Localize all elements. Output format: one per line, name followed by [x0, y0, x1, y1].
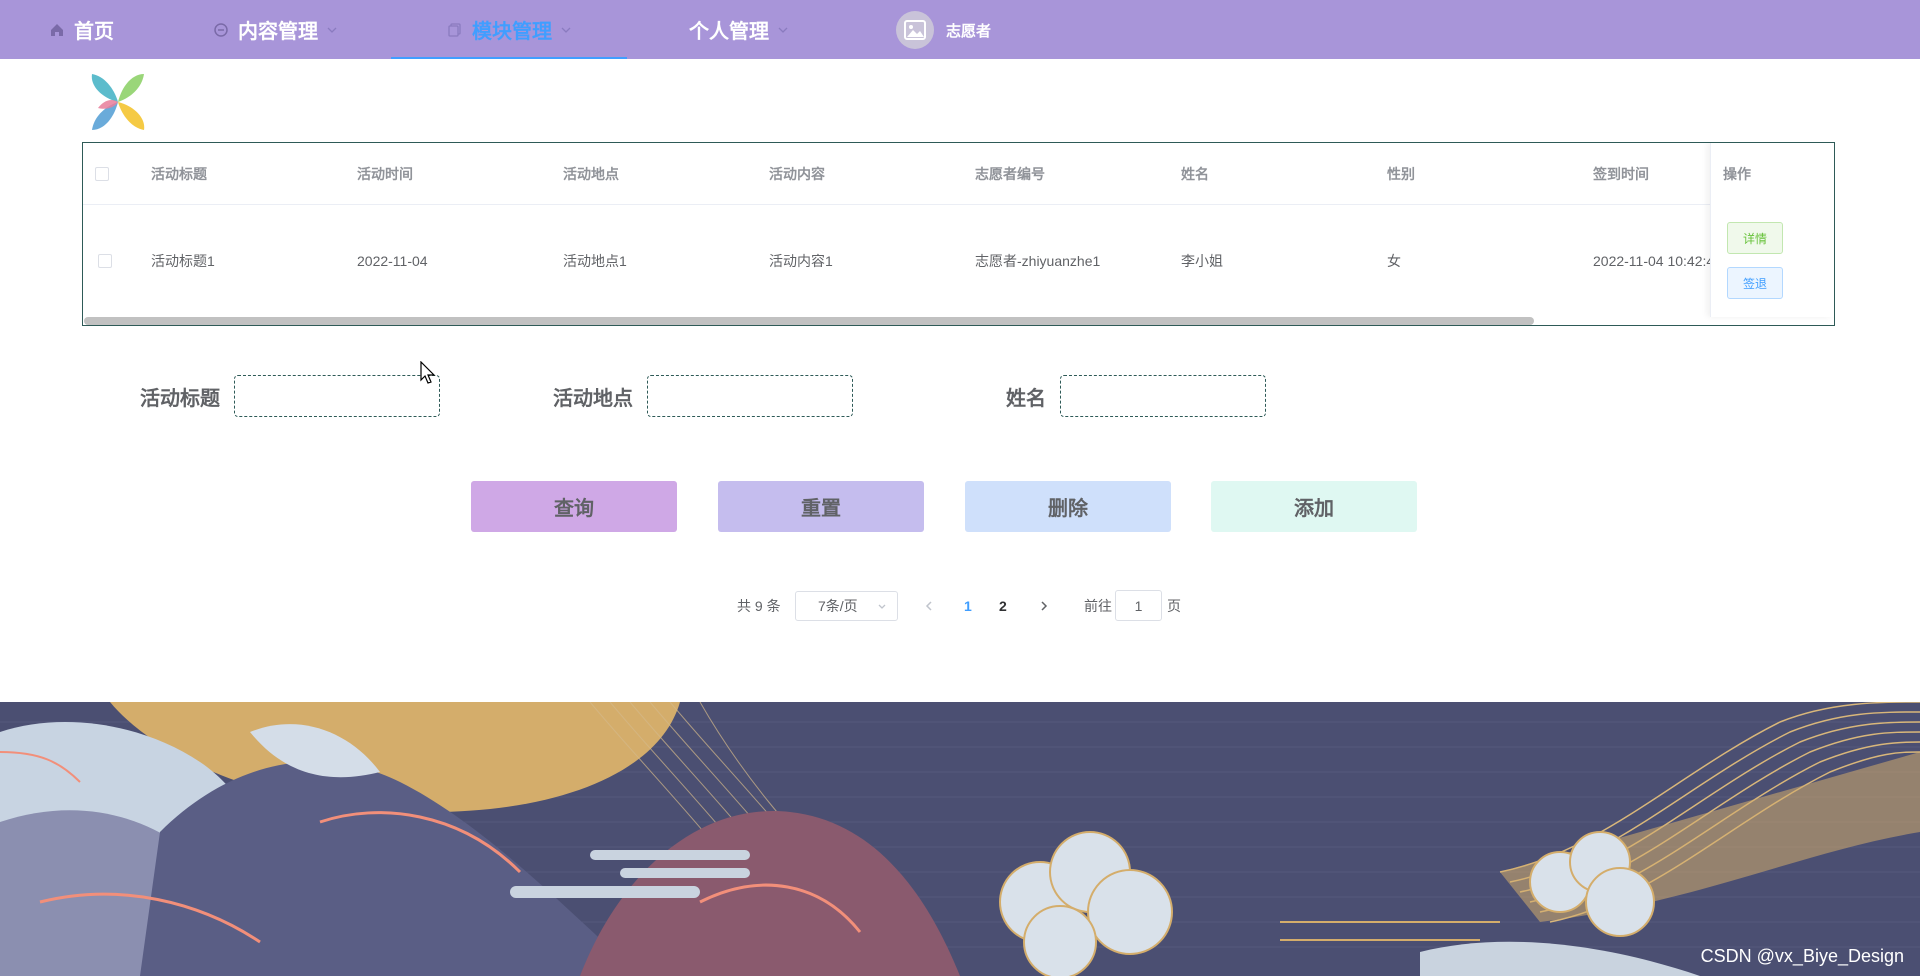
pagination-total: 共 9 条 [737, 598, 781, 614]
goto-suffix: 页 [1167, 598, 1181, 614]
chevron-down-icon [560, 24, 572, 36]
title-label: 活动标题 [140, 387, 220, 410]
cell-content: 活动内容1 [769, 252, 833, 269]
name-input[interactable] [1060, 375, 1266, 417]
detail-button[interactable]: 详情 [1727, 222, 1783, 254]
watermark: CSDN @vx_Biye_Design [1700, 946, 1904, 966]
place-input[interactable] [647, 375, 853, 417]
circle-icon [212, 21, 230, 39]
nav-module-management[interactable]: 模块管理 [391, 0, 627, 59]
page-size-select[interactable]: 7条/页 [795, 591, 898, 621]
column-header: 签到时间 [1593, 165, 1649, 182]
cell-volunteer-id: 志愿者-zhiyuanzhe1 [975, 252, 1101, 269]
column-header: 活动时间 [357, 165, 413, 182]
goto-prefix: 前往 [1084, 598, 1112, 614]
next-page-button[interactable] [1039, 591, 1049, 621]
query-button[interactable]: 查询 [471, 481, 677, 532]
image-icon [904, 20, 926, 40]
chevron-right-icon [1041, 601, 1048, 611]
home-icon [48, 21, 66, 39]
cell-place: 活动地点1 [563, 252, 627, 269]
nav-home-label: 首页 [74, 21, 114, 43]
page-1-button[interactable]: 1 [964, 591, 972, 621]
name-label: 姓名 [1006, 387, 1046, 410]
horizontal-scrollbar[interactable] [84, 317, 1534, 325]
select-all-checkbox[interactable] [95, 143, 109, 204]
avatar [896, 11, 934, 49]
chevron-left-icon [925, 601, 932, 611]
table-row[interactable]: 活动标题1 2022-11-04 活动地点1 活动内容1 志愿者-zhiyuan… [83, 205, 1834, 316]
chevron-down-icon [777, 24, 789, 36]
column-header: 活动地点 [563, 165, 619, 182]
reset-button[interactable]: 重置 [718, 481, 924, 532]
column-header: 志愿者编号 [975, 165, 1045, 182]
place-label: 活动地点 [553, 387, 633, 410]
signout-button[interactable]: 签退 [1727, 267, 1783, 299]
top-navigation: 首页 内容管理 模块管理 个人管理 志愿者 [0, 0, 1920, 59]
goto-page-input[interactable] [1115, 590, 1162, 621]
logo [84, 68, 152, 136]
column-header: 活动内容 [769, 165, 825, 182]
copy-icon [446, 21, 464, 39]
cell-name: 李小姐 [1181, 252, 1223, 269]
nav-content-management[interactable]: 内容管理 [212, 0, 338, 59]
page-size-value: 7条/页 [818, 598, 858, 614]
mouse-cursor-icon [420, 361, 436, 384]
data-table: 活动标题 活动时间 活动地点 活动内容 志愿者编号 姓名 性别 签到时间 活动标… [82, 142, 1835, 326]
nav-personal-management-label: 个人管理 [689, 21, 769, 43]
operations-header: 操作 [1723, 166, 1751, 182]
nav-personal-management[interactable]: 个人管理 [689, 0, 789, 59]
operations-column: 操作 详情 签退 [1710, 143, 1834, 317]
chevron-down-icon [326, 24, 338, 36]
page-2-button[interactable]: 2 [999, 591, 1007, 621]
cell-signin-time: 2022-11-04 10:42:4 [1593, 252, 1715, 269]
prev-page-button[interactable] [924, 591, 934, 621]
cell-time: 2022-11-04 [357, 252, 428, 269]
user-menu[interactable]: 志愿者 [896, 11, 991, 49]
nav-module-management-label: 模块管理 [472, 21, 552, 43]
table-header: 活动标题 活动时间 活动地点 活动内容 志愿者编号 姓名 性别 签到时间 [83, 143, 1834, 205]
user-name: 志愿者 [946, 22, 992, 40]
add-button[interactable]: 添加 [1211, 481, 1417, 532]
nav-home[interactable]: 首页 [48, 0, 114, 59]
column-header: 性别 [1387, 165, 1415, 182]
footer-decorative-art: CSDN @vx_Biye_Design [0, 702, 1920, 976]
chevron-down-icon [878, 604, 886, 609]
column-header: 姓名 [1181, 165, 1209, 182]
row-checkbox[interactable] [98, 205, 112, 316]
cell-gender: 女 [1387, 252, 1401, 269]
cell-title: 活动标题1 [151, 252, 215, 269]
column-header: 活动标题 [151, 165, 207, 182]
delete-button[interactable]: 删除 [965, 481, 1171, 532]
title-input[interactable] [234, 375, 440, 417]
nav-content-management-label: 内容管理 [238, 21, 318, 43]
